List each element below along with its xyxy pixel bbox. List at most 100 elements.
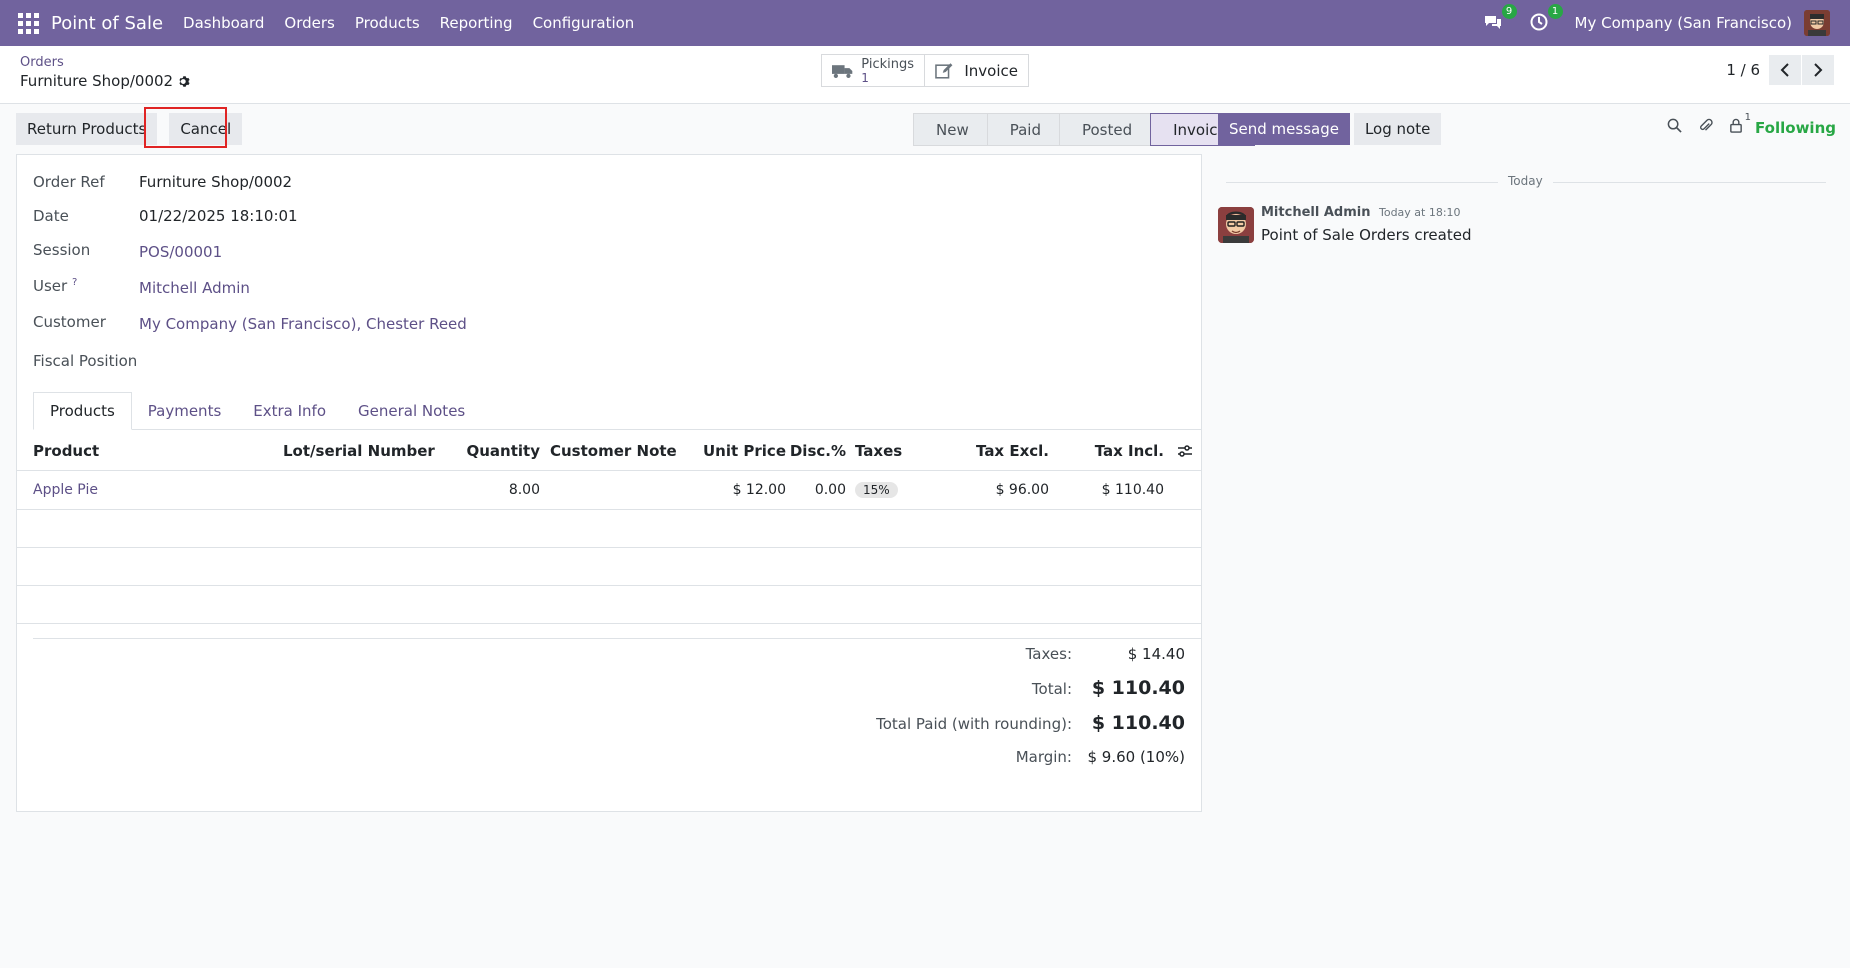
order-ref-value: Furniture Shop/0002 xyxy=(139,173,293,191)
user-help-icon[interactable]: ? xyxy=(72,277,77,288)
invoice-label: Invoice xyxy=(964,61,1018,80)
menu-dashboard[interactable]: Dashboard xyxy=(173,14,274,32)
date-label: Date xyxy=(33,207,69,225)
tab-products[interactable]: Products xyxy=(33,392,132,430)
taxes-value: $ 14.40 xyxy=(1127,645,1185,663)
table-row-empty xyxy=(17,586,1201,624)
col-customer-note[interactable]: Customer Note xyxy=(550,442,677,460)
session-label: Session xyxy=(33,241,91,259)
customer-link[interactable]: My Company (San Francisco), Chester Reed xyxy=(139,315,467,333)
activity-clock-icon[interactable]: 1 xyxy=(1529,4,1563,34)
col-unit-price[interactable]: Unit Price xyxy=(703,442,786,460)
table-row[interactable]: Apple Pie 8.00 $ 12.00 0.00 15% $ 96.00 … xyxy=(17,472,1201,510)
user-label-text: User xyxy=(33,277,68,295)
total-paid: Total Paid (with rounding): $ 110.40 xyxy=(876,712,1185,734)
col-tax-incl[interactable]: Tax Incl. xyxy=(1095,442,1164,460)
order-lines-header: Product Lot/serial Number Quantity Custo… xyxy=(17,431,1201,471)
customer-label: Customer xyxy=(33,313,106,331)
total-taxes: Taxes: $ 14.40 xyxy=(1026,645,1185,663)
table-row-empty xyxy=(17,510,1201,548)
followers-lock-icon[interactable]: 1 xyxy=(1729,112,1751,137)
tab-payments[interactable]: Payments xyxy=(132,392,237,430)
pager-value[interactable]: 1 / 6 xyxy=(1726,61,1760,79)
pickings-smart-button[interactable]: Pickings 1 xyxy=(821,54,925,87)
col-product[interactable]: Product xyxy=(33,442,99,460)
message-author: Mitchell Admin Today at 18:10 xyxy=(1261,205,1461,220)
date-value: 01/22/2025 18:10:01 xyxy=(139,207,298,225)
row-product[interactable]: Apple Pie xyxy=(33,482,98,498)
status-new[interactable]: New xyxy=(913,113,988,146)
col-tax-excl[interactable]: Tax Excl. xyxy=(976,442,1049,460)
menu-reporting[interactable]: Reporting xyxy=(430,14,523,32)
log-note-button[interactable]: Log note xyxy=(1353,113,1442,145)
invoice-smart-button[interactable]: Invoice xyxy=(925,54,1029,87)
form-sheet: Order Ref Furniture Shop/0002 Date 01/22… xyxy=(16,154,1202,812)
menu-products[interactable]: Products xyxy=(345,14,430,32)
session-link[interactable]: POS/00001 xyxy=(139,243,222,261)
chevron-right-icon xyxy=(1814,63,1823,77)
message-time: Today at 18:10 xyxy=(1378,206,1461,219)
user-link[interactable]: Mitchell Admin xyxy=(139,279,250,297)
pickings-label: Pickings xyxy=(861,56,914,72)
chatter-topbar-icons: 1 Following xyxy=(1651,112,1836,137)
margin-label: Margin: xyxy=(1015,748,1072,766)
gear-icon[interactable] xyxy=(178,75,191,88)
send-message-button[interactable]: Send message xyxy=(1218,113,1350,145)
totals-divider xyxy=(33,638,1201,639)
total-value: $ 110.40 xyxy=(1091,677,1185,699)
margin-value: $ 9.60 (10%) xyxy=(1087,748,1185,766)
messaging-icon[interactable]: 9 xyxy=(1483,4,1517,34)
apps-menu-icon[interactable] xyxy=(17,12,39,34)
app-brand[interactable]: Point of Sale xyxy=(51,13,163,34)
field-fiscal-position: Fiscal Position xyxy=(33,352,233,370)
truck-icon xyxy=(832,64,853,78)
row-quantity: 8.00 xyxy=(508,482,540,498)
total-paid-label: Total Paid (with rounding): xyxy=(876,715,1072,733)
total-label: Total: xyxy=(1031,680,1072,698)
tab-general-notes[interactable]: General Notes xyxy=(342,392,481,430)
user-avatar[interactable] xyxy=(1804,10,1830,36)
message-author-avatar[interactable] xyxy=(1218,207,1254,243)
field-order-ref: Order Ref Furniture Shop/0002 xyxy=(33,173,292,191)
message-author-name[interactable]: Mitchell Admin xyxy=(1261,205,1370,220)
status-posted[interactable]: Posted xyxy=(1058,113,1152,146)
cancel-highlight-box xyxy=(144,107,227,148)
row-discount: 0.00 xyxy=(814,482,846,498)
pager-next-button[interactable] xyxy=(1802,55,1834,85)
status-paid[interactable]: Paid xyxy=(986,113,1060,146)
record-pager: 1 / 6 xyxy=(1726,55,1834,85)
top-navbar: Point of Sale Dashboard Orders Products … xyxy=(0,0,1850,46)
pager-previous-button[interactable] xyxy=(1769,55,1801,85)
optional-columns-icon[interactable] xyxy=(1177,444,1193,458)
total-paid-value: $ 110.40 xyxy=(1091,712,1185,734)
messages-count-badge: 9 xyxy=(1501,4,1517,19)
table-row-empty xyxy=(17,548,1201,586)
field-session: Session POS/00001 xyxy=(33,241,222,261)
date-separator-label: Today xyxy=(1498,174,1553,188)
breadcrumb-orders[interactable]: Orders xyxy=(20,55,64,70)
row-unit-price: $ 12.00 xyxy=(732,482,786,498)
search-icon[interactable] xyxy=(1667,118,1682,137)
company-switcher[interactable]: My Company (San Francisco) xyxy=(1575,14,1792,32)
menu-orders[interactable]: Orders xyxy=(274,14,344,32)
menu-configuration[interactable]: Configuration xyxy=(523,14,645,32)
row-tax-excl: $ 96.00 xyxy=(995,482,1049,498)
total-margin: Margin: $ 9.60 (10%) xyxy=(1016,748,1185,766)
field-user: User ? Mitchell Admin xyxy=(33,277,250,297)
notebook-tabs: Products Payments Extra Info General Not… xyxy=(33,392,1201,430)
return-products-button[interactable]: Return Products xyxy=(16,113,158,145)
pickings-count: 1 xyxy=(861,70,869,85)
col-taxes[interactable]: Taxes xyxy=(855,442,902,460)
tab-extra-info[interactable]: Extra Info xyxy=(237,392,342,430)
user-label: User ? xyxy=(33,277,139,297)
order-ref-label: Order Ref xyxy=(33,173,105,191)
col-lot[interactable]: Lot/serial Number xyxy=(283,442,435,460)
col-discount[interactable]: Disc.% xyxy=(790,442,846,460)
field-date: Date 01/22/2025 18:10:01 xyxy=(33,207,298,225)
paperclip-icon[interactable] xyxy=(1698,118,1713,137)
taxes-label: Taxes: xyxy=(1025,645,1072,663)
col-quantity[interactable]: Quantity xyxy=(467,442,541,460)
following-button[interactable]: Following xyxy=(1755,119,1836,137)
row-tax-incl: $ 110.40 xyxy=(1101,482,1164,498)
smart-buttons: Pickings 1 Invoice xyxy=(821,54,1029,87)
